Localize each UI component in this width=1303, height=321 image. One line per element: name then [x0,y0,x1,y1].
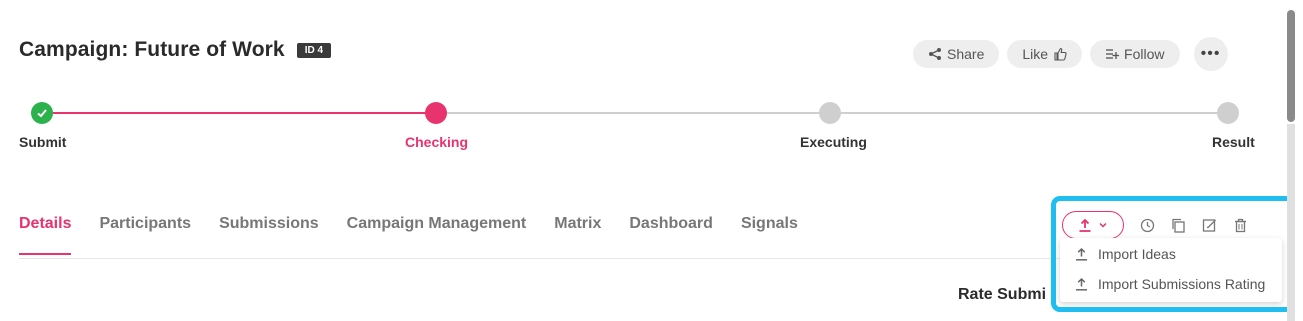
check-icon [37,109,47,118]
progress-line-complete [42,112,437,114]
step-submit-label: Submit [19,134,67,150]
tab-dashboard[interactable]: Dashboard [629,215,713,255]
tab-divider [19,258,1064,259]
highlight-annotation [1051,196,1295,312]
tab-bar: Details Participants Submissions Campaig… [19,215,826,255]
tab-details[interactable]: Details [19,215,72,255]
scrollbar-track[interactable] [1287,124,1295,321]
tab-participants[interactable]: Participants [99,215,191,255]
rate-submissions-heading: Rate Submi [958,286,1047,303]
step-result-dot [1217,102,1239,124]
step-checking-dot [425,102,447,124]
tab-signals[interactable]: Signals [741,215,798,255]
step-checking-label: Checking [405,134,469,150]
tab-submissions[interactable]: Submissions [219,215,319,255]
step-submit-dot [31,102,53,124]
progress-stepper: Submit Checking Executing Result [0,0,1303,160]
tab-matrix[interactable]: Matrix [554,215,601,255]
scrollbar-thumb[interactable] [1287,10,1295,122]
tab-campaign-management[interactable]: Campaign Management [347,215,527,255]
step-result-label: Result [1212,134,1255,150]
step-executing-dot [819,102,841,124]
step-executing-label: Executing [800,134,867,150]
